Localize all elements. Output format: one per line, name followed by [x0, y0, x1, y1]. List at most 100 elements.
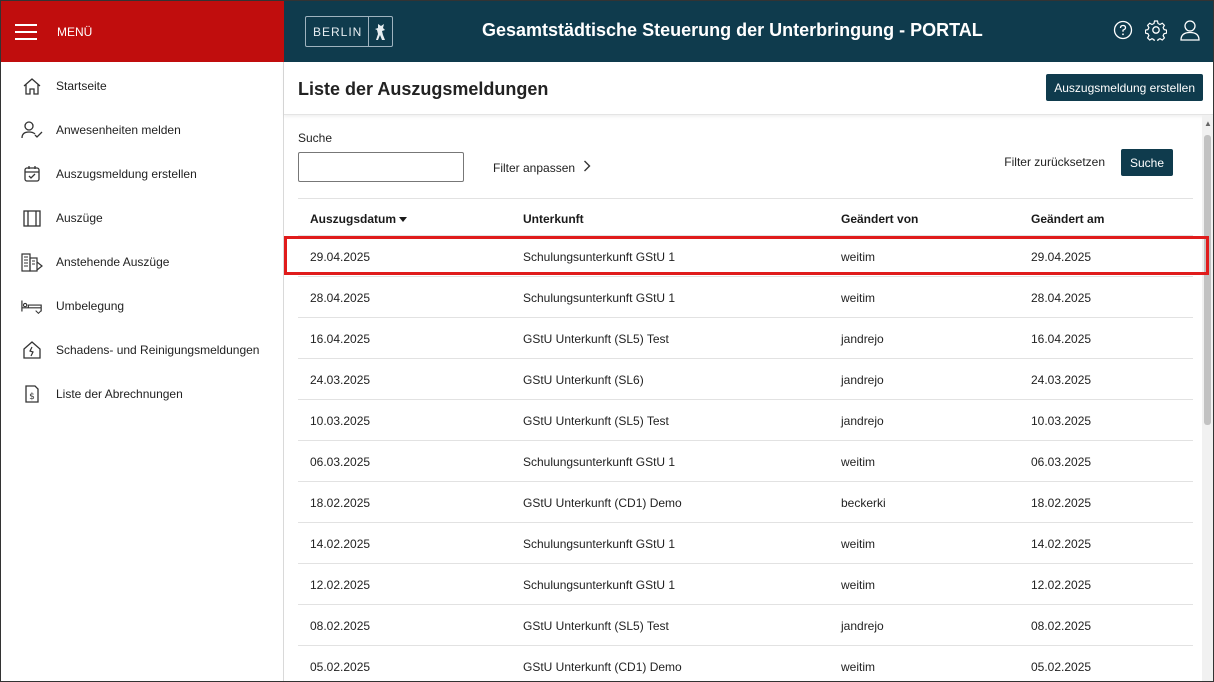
cell-auszugsdatum: 08.02.2025 [310, 619, 371, 633]
cell-geaendert-am: 12.02.2025 [1031, 578, 1092, 592]
table-row[interactable]: 28.04.2025 Schulungsunterkunft GStU 1 weit… [298, 277, 1193, 318]
search-button[interactable]: Suche [1120, 149, 1173, 176]
calendar-check-icon [21, 165, 43, 183]
help-icon[interactable] [1113, 20, 1133, 40]
cell-auszugsdatum: 10.03.2025 [310, 414, 371, 428]
cell-unterkunft: GStU Unterkunft (SL5) Test [523, 332, 669, 346]
cell-geaendert-am: 05.02.2025 [1031, 660, 1092, 674]
scrollbar[interactable]: ▲ [1202, 115, 1213, 681]
top-header: BERLIN Gesamtstädtische Steuerung der Un… [284, 1, 1213, 62]
column-header-auszugsdatum[interactable]: Auszugsdatum [310, 212, 408, 226]
sidebar-item-abrechnungen[interactable]: $ Liste der Abrechnungen [1, 372, 284, 416]
cell-auszugsdatum: 28.04.2025 [310, 291, 371, 305]
cell-geaendert-von: weitim [841, 250, 876, 264]
cell-unterkunft: Schulungsunterkunft GStU 1 [523, 291, 676, 305]
menu-toggle[interactable]: MENÜ [1, 1, 284, 62]
cell-geaendert-am: 16.04.2025 [1031, 332, 1092, 346]
page-header: Liste der Auszugsmeldungen Auszugsmeldun… [284, 62, 1213, 115]
table-body: 29.04.2025 Schulungsunterkunft GStU 1 weit… [298, 236, 1193, 681]
cell-unterkunft: GStU Unterkunft (CD1) Demo [523, 496, 682, 510]
page-title: Liste der Auszugsmeldungen [298, 79, 549, 99]
building-icon [21, 252, 43, 272]
cell-geaendert-von: jandrejo [841, 414, 884, 428]
door-icon [21, 209, 43, 227]
bear-icon [369, 22, 392, 42]
sidebar: Startseite Anwesenheiten melden Auszugsm… [1, 62, 284, 681]
cell-geaendert-am: 14.02.2025 [1031, 537, 1092, 551]
cell-geaendert-am: 08.02.2025 [1031, 619, 1092, 633]
cell-auszugsdatum: 16.04.2025 [310, 332, 371, 346]
cell-auszugsdatum: 18.02.2025 [310, 496, 371, 510]
sidebar-item-label: Anstehende Auszüge [56, 255, 170, 269]
column-header-geaendert-von[interactable]: Geändert von [841, 212, 918, 226]
sidebar-item-label: Schadens- und Reinigungsmeldungen [56, 343, 260, 357]
filter-adjust-link[interactable]: Filter anpassen [493, 160, 591, 175]
filter-reset-link[interactable]: Filter zurücksetzen [1004, 155, 1105, 169]
table-row[interactable]: 10.03.2025 GStU Unterkunft (SL5) Test jand… [298, 400, 1193, 441]
cell-geaendert-am: 18.02.2025 [1031, 496, 1092, 510]
cell-geaendert-von: weitim [841, 578, 876, 592]
sidebar-item-label: Anwesenheiten melden [56, 123, 181, 137]
sidebar-item-umbelegung[interactable]: Umbelegung [1, 284, 284, 328]
table-row[interactable]: 24.03.2025 GStU Unterkunft (SL6) jandrejo 2… [298, 359, 1193, 400]
berlin-logo[interactable]: BERLIN [305, 16, 393, 47]
cell-auszugsdatum: 29.04.2025 [310, 250, 371, 264]
table-row[interactable]: 29.04.2025 Schulungsunterkunft GStU 1 weit… [298, 236, 1193, 277]
hamburger-icon [15, 23, 37, 40]
cell-geaendert-am: 10.03.2025 [1031, 414, 1092, 428]
scroll-up-icon[interactable]: ▲ [1204, 119, 1212, 128]
cell-unterkunft: GStU Unterkunft (SL6) [523, 373, 644, 387]
search-label: Suche [298, 131, 333, 145]
sidebar-item-anwesenheiten[interactable]: Anwesenheiten melden [1, 108, 284, 152]
portal-title: Gesamtstädtische Steuerung der Unterbrin… [482, 20, 983, 40]
sidebar-item-auszugsmeldung[interactable]: Auszugsmeldung erstellen [1, 152, 284, 196]
scroll-thumb[interactable] [1204, 135, 1211, 425]
sort-desc-icon [399, 212, 408, 226]
sidebar-item-auszuege[interactable]: Auszüge [1, 196, 284, 240]
cell-geaendert-von: weitim [841, 660, 876, 674]
sidebar-item-label: Auszugsmeldung erstellen [56, 167, 197, 181]
table-row[interactable]: 08.02.2025 GStU Unterkunft (SL5) Test jand… [298, 605, 1193, 646]
cell-unterkunft: Schulungsunterkunft GStU 1 [523, 250, 676, 264]
table-row[interactable]: 14.02.2025 Schulungsunterkunft GStU 1 weit… [298, 523, 1193, 564]
search-input[interactable] [298, 152, 464, 182]
gear-icon[interactable] [1145, 19, 1167, 41]
column-header-geaendert-am[interactable]: Geändert am [1031, 212, 1104, 226]
cell-unterkunft: Schulungsunterkunft GStU 1 [523, 455, 676, 469]
bed-icon [21, 298, 43, 314]
cell-geaendert-von: weitim [841, 455, 876, 469]
cell-auszugsdatum: 06.03.2025 [310, 455, 371, 469]
table-row[interactable]: 18.02.2025 GStU Unterkunft (CD1) Demo beck… [298, 482, 1193, 523]
sidebar-item-schadensmeldungen[interactable]: Schadens- und Reinigungsmeldungen [1, 328, 284, 372]
user-icon[interactable] [1179, 19, 1201, 41]
auszuege-table: Auszugsdatum Unterkunft Geändert von Geä… [298, 198, 1193, 681]
cell-geaendert-von: weitim [841, 291, 876, 305]
sidebar-item-label: Auszüge [56, 211, 103, 225]
cell-auszugsdatum: 24.03.2025 [310, 373, 371, 387]
sidebar-item-label: Umbelegung [56, 299, 125, 313]
sidebar-item-label: Startseite [56, 79, 107, 93]
cell-geaendert-von: beckerki [841, 496, 886, 510]
cell-geaendert-von: weitim [841, 537, 876, 551]
cell-geaendert-am: 24.03.2025 [1031, 373, 1092, 387]
cell-auszugsdatum: 12.02.2025 [310, 578, 371, 592]
table-row[interactable]: 06.03.2025 Schulungsunterkunft GStU 1 weit… [298, 441, 1193, 482]
app-frame: MENÜ BERLIN Gesamtstädtische Steuerung d… [0, 0, 1214, 682]
cell-unterkunft: Schulungsunterkunft GStU 1 [523, 578, 676, 592]
column-header-label: Auszugsdatum [310, 212, 397, 226]
cell-geaendert-von: jandrejo [841, 332, 884, 346]
table-row[interactable]: 16.04.2025 GStU Unterkunft (SL5) Test jand… [298, 318, 1193, 359]
sidebar-item-startseite[interactable]: Startseite [1, 64, 284, 108]
sidebar-item-label: Liste der Abrechnungen [56, 387, 183, 401]
filter-adjust-label: Filter anpassen [493, 160, 576, 175]
cell-geaendert-am: 06.03.2025 [1031, 455, 1092, 469]
table-row[interactable]: 05.02.2025 GStU Unterkunft (CD1) Demo weit… [298, 646, 1193, 681]
sidebar-item-anstehende[interactable]: Anstehende Auszüge [1, 240, 284, 284]
cell-geaendert-am: 28.04.2025 [1031, 291, 1092, 305]
cell-unterkunft: GStU Unterkunft (SL5) Test [523, 414, 669, 428]
column-header-unterkunft[interactable]: Unterkunft [523, 212, 584, 226]
table-row[interactable]: 12.02.2025 Schulungsunterkunft GStU 1 weit… [298, 564, 1193, 605]
create-auszugsmeldung-button[interactable]: Auszugsmeldung erstellen [1046, 74, 1203, 101]
svg-text:$: $ [29, 392, 35, 402]
house-damage-icon [21, 341, 43, 359]
